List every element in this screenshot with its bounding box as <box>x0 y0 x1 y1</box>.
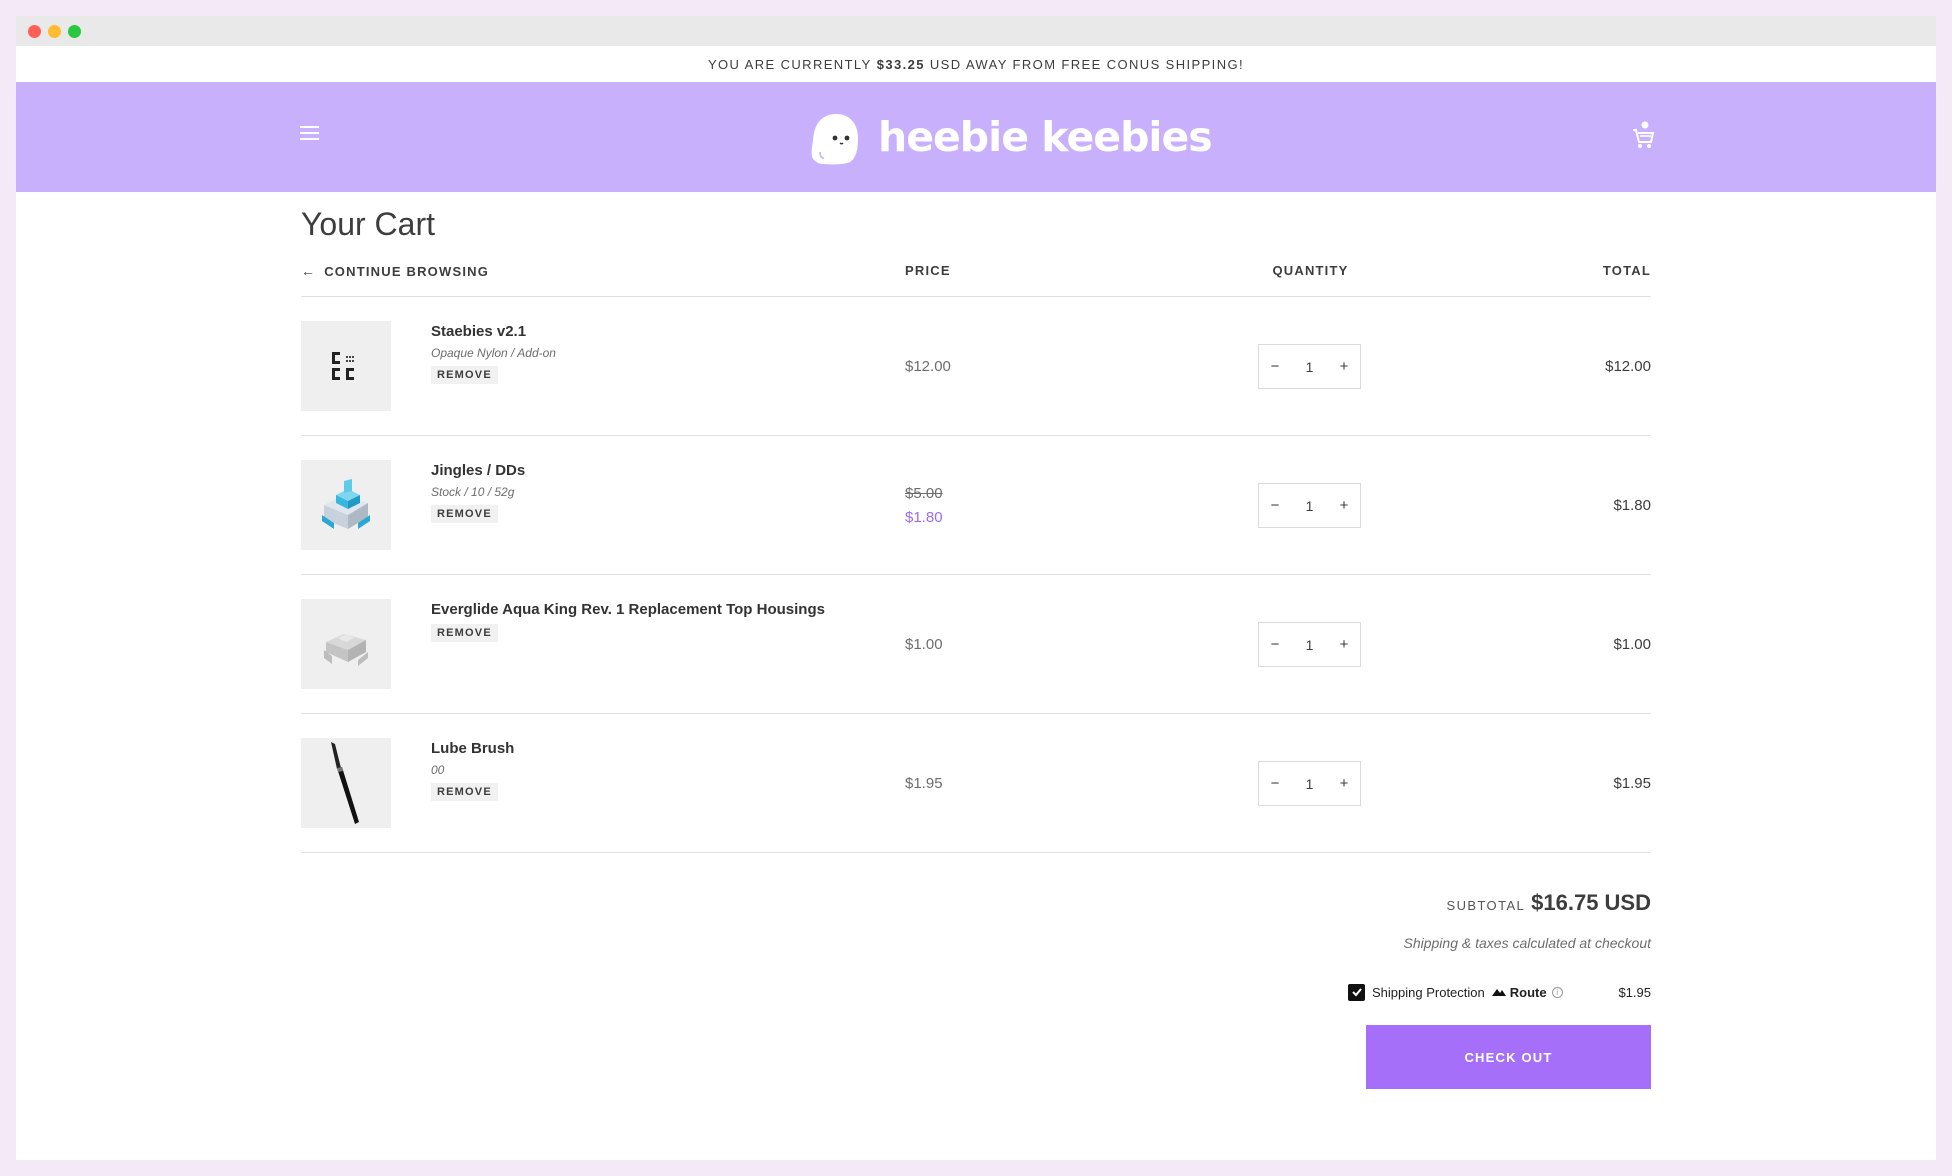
switch-icon <box>322 479 370 529</box>
route-logo: Route <box>1491 985 1547 1000</box>
line-total: $1.00 <box>1613 636 1651 653</box>
product-image[interactable] <box>301 599 391 689</box>
page-title: Your Cart <box>301 206 435 242</box>
cart-item-row: Staebies v2.1 Opaque Nylon / Add-on REMO… <box>301 297 1651 436</box>
subtotal-label: SUBTOTAL <box>1446 898 1526 913</box>
product-image[interactable] <box>301 321 391 411</box>
shipping-protection-label: Shipping Protection <box>1372 984 1485 1000</box>
column-header-total: TOTAL <box>1602 263 1651 278</box>
shipping-announcement-bar: YOU ARE CURRENTLY $33.25 USD AWAY FROM F… <box>16 46 1936 82</box>
checkout-button[interactable]: CHECK OUT <box>1366 1025 1651 1089</box>
quantity-input[interactable]: 1 <box>1291 776 1328 792</box>
route-brand: Route <box>1509 984 1547 1000</box>
product-image[interactable] <box>301 460 391 550</box>
shipping-note: Shipping & taxes calculated at checkout <box>1403 935 1652 951</box>
increase-quantity-button[interactable]: + <box>1328 636 1360 653</box>
info-icon[interactable]: i <box>1551 986 1563 998</box>
quantity-stepper: − 1 + <box>1258 483 1361 528</box>
decrease-quantity-button[interactable]: − <box>1259 358 1291 375</box>
decrease-quantity-button[interactable]: − <box>1259 497 1291 514</box>
window-titlebar <box>16 16 1936 46</box>
unit-price: $5.00 $1.80 <box>905 436 943 575</box>
cart-table-header: ← CONTINUE BROWSING PRICE QUANTITY TOTAL <box>301 263 1651 297</box>
site-header: heebie keebies <box>16 82 1936 192</box>
quantity-stepper: − 1 + <box>1258 761 1361 806</box>
continue-browsing-label: CONTINUE BROWSING <box>324 263 490 279</box>
announcement-suffix: USD AWAY FROM FREE CONUS SHIPPING! <box>929 56 1245 72</box>
increase-quantity-button[interactable]: + <box>1328 497 1360 514</box>
site-logo[interactable]: heebie keebies <box>806 106 1213 168</box>
browser-window: YOU ARE CURRENTLY $33.25 USD AWAY FROM F… <box>16 16 1936 1160</box>
quantity-stepper: − 1 + <box>1258 344 1361 389</box>
announcement-prefix: YOU ARE CURRENTLY <box>707 56 872 72</box>
ghost-logo-icon <box>811 114 858 165</box>
announcement-amount: $33.25 <box>876 56 925 72</box>
price-value: $12.00 <box>905 358 951 375</box>
product-variant: Opaque Nylon / Add-on <box>431 346 556 360</box>
product-variant: 00 <box>431 763 445 777</box>
brush-icon <box>331 742 359 824</box>
housing-icon <box>324 634 368 666</box>
minimize-window-button[interactable] <box>48 25 61 38</box>
column-header-price: PRICE <box>905 263 951 278</box>
product-name[interactable]: Jingles / DDs <box>431 462 525 479</box>
decrease-quantity-button[interactable]: − <box>1259 636 1291 653</box>
remove-item-button[interactable]: REMOVE <box>431 366 498 384</box>
checkmark-icon <box>1351 988 1362 997</box>
line-total: $1.80 <box>1613 497 1651 514</box>
stabilizer-icon <box>332 352 354 380</box>
decrease-quantity-button[interactable]: − <box>1259 775 1291 792</box>
arrow-left-icon: ← <box>301 263 317 279</box>
cart-summary: SUBTOTAL $16.75 USD Shipping & taxes cal… <box>301 853 1651 1113</box>
shipping-protection-price: $1.95 <box>1618 984 1651 1000</box>
line-total: $1.95 <box>1613 775 1651 792</box>
maximize-window-button[interactable] <box>68 25 81 38</box>
shipping-protection-checkbox[interactable] <box>1348 983 1365 1001</box>
quantity-input[interactable]: 1 <box>1291 498 1328 514</box>
remove-item-button[interactable]: REMOVE <box>431 624 498 642</box>
subtotal-amount: $16.75 USD <box>1531 890 1651 915</box>
cart-item-row: Everglide Aqua King Rev. 1 Replacement T… <box>301 575 1651 714</box>
unit-price: $1.95 <box>905 714 943 853</box>
unit-price: $1.00 <box>905 575 943 714</box>
subtotal: SUBTOTAL $16.75 USD <box>1447 890 1651 916</box>
product-name[interactable]: Staebies v2.1 <box>431 323 556 340</box>
product-name[interactable]: Everglide Aqua King Rev. 1 Replacement T… <box>431 601 825 618</box>
remove-item-button[interactable]: REMOVE <box>431 783 498 801</box>
cart-content: Your Cart ← CONTINUE BROWSING PRICE QUAN… <box>301 202 1651 1113</box>
unit-price: $12.00 <box>905 297 951 436</box>
quantity-input[interactable]: 1 <box>1291 359 1328 375</box>
shipping-protection: Shipping Protection Route i $1.95 <box>1348 982 1651 1002</box>
original-price: $5.00 <box>905 485 943 502</box>
sale-price: $1.80 <box>905 509 943 526</box>
shopping-cart-icon[interactable] <box>1630 120 1656 150</box>
product-image[interactable] <box>301 738 391 828</box>
cart-item-row: Jingles / DDs Stock / 10 / 52g REMOVE $5… <box>301 436 1651 575</box>
quantity-stepper: − 1 + <box>1258 622 1361 667</box>
price-value: $1.95 <box>905 775 943 792</box>
close-window-button[interactable] <box>28 25 41 38</box>
increase-quantity-button[interactable]: + <box>1328 775 1360 792</box>
product-name[interactable]: Lube Brush <box>431 740 514 757</box>
quantity-input[interactable]: 1 <box>1291 637 1328 653</box>
hamburger-menu-icon[interactable] <box>300 126 322 148</box>
line-total: $12.00 <box>1605 358 1651 375</box>
column-header-quantity: QUANTITY <box>1272 263 1349 278</box>
continue-browsing-link[interactable]: ← CONTINUE BROWSING <box>301 263 489 279</box>
brand-name: heebie keebies <box>878 113 1213 161</box>
remove-item-button[interactable]: REMOVE <box>431 505 498 523</box>
price-value: $1.00 <box>905 636 943 653</box>
increase-quantity-button[interactable]: + <box>1328 358 1360 375</box>
cart-item-row: Lube Brush 00 REMOVE $1.95 − 1 + $1.95 <box>301 714 1651 853</box>
route-icon <box>1491 989 1506 996</box>
product-variant: Stock / 10 / 52g <box>431 485 515 499</box>
